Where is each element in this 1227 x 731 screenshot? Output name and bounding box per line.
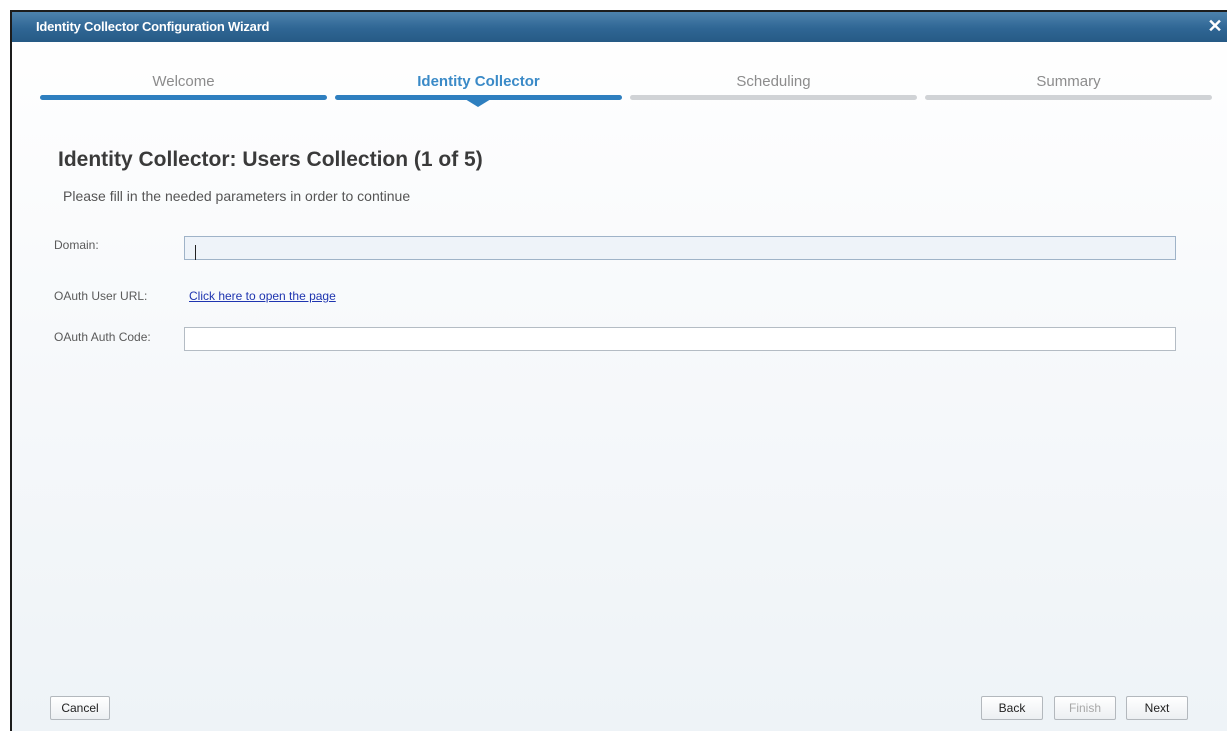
active-step-pointer-icon	[465, 99, 491, 107]
step-welcome: Welcome	[40, 70, 327, 110]
step-identity-collector: Identity Collector	[335, 70, 622, 110]
domain-input[interactable]	[184, 236, 1176, 260]
step-progress-bar	[630, 95, 917, 100]
title-bar: Identity Collector Configuration Wizard …	[12, 12, 1227, 42]
finish-button[interactable]: Finish	[1054, 696, 1116, 720]
step-summary: Summary	[925, 70, 1212, 110]
step-progress-bar	[925, 95, 1212, 100]
close-icon[interactable]: ✕	[1205, 16, 1225, 36]
text-caret	[195, 245, 196, 260]
next-button[interactable]: Next	[1126, 696, 1188, 720]
step-label: Welcome	[152, 73, 215, 90]
step-label: Scheduling	[736, 73, 811, 90]
domain-label: Domain:	[54, 238, 99, 252]
page-instructions: Please fill in the needed parameters in …	[63, 188, 411, 204]
window-title: Identity Collector Configuration Wizard	[36, 19, 270, 34]
step-scheduling: Scheduling	[630, 70, 917, 110]
wizard-steps: Welcome Identity Collector Scheduling Su…	[40, 70, 1212, 110]
page-title: Identity Collector: Users Collection (1 …	[58, 148, 483, 171]
wizard-window: Identity Collector Configuration Wizard …	[10, 10, 1227, 731]
oauth-auth-code-input[interactable]	[184, 327, 1176, 351]
back-button[interactable]: Back	[981, 696, 1043, 720]
step-progress-bar	[40, 95, 327, 100]
oauth-open-page-link[interactable]: Click here to open the page	[189, 289, 336, 303]
oauth-auth-code-label: OAuth Auth Code:	[54, 330, 151, 344]
step-label: Identity Collector	[417, 73, 540, 90]
step-label: Summary	[1036, 73, 1101, 90]
cancel-button[interactable]: Cancel	[50, 696, 110, 720]
oauth-user-url-label: OAuth User URL:	[54, 289, 148, 303]
